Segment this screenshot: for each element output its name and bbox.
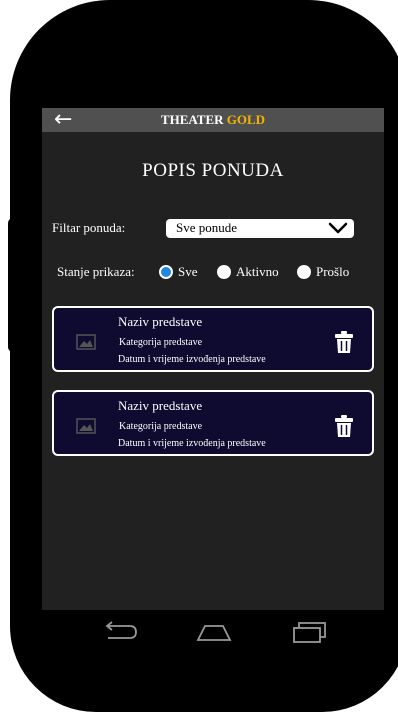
page-title: POPIS PONUDA xyxy=(142,160,284,181)
chevron-down-icon xyxy=(328,222,348,234)
radio-aktivno[interactable]: Aktivno xyxy=(217,264,279,280)
offer-card[interactable]: Naziv predstave Kategorija predstave Dat… xyxy=(52,306,374,372)
trash-icon[interactable] xyxy=(334,414,354,438)
radio-label-aktivno: Aktivno xyxy=(236,264,279,279)
radio-sve[interactable]: Sve xyxy=(159,264,198,280)
trash-icon[interactable] xyxy=(334,330,354,354)
offer-filter-value: Sve ponude xyxy=(176,220,238,235)
offer-filter-select[interactable]: Sve ponude xyxy=(166,219,354,238)
offer-datetime: Datum i vrijeme izvođenja predstave xyxy=(118,438,266,449)
image-placeholder-icon xyxy=(76,418,96,434)
radio-dot xyxy=(217,265,231,279)
recents-icon[interactable] xyxy=(290,620,330,644)
offer-card[interactable]: Naziv predstave Kategorija predstave Dat… xyxy=(52,390,374,456)
top-app-bar: ← THEATER GOLD xyxy=(42,108,384,132)
radio-label-sve: Sve xyxy=(178,264,198,279)
filter-label: Filtar ponuda: xyxy=(52,220,126,235)
offer-datetime: Datum i vrijeme izvođenja predstave xyxy=(118,354,266,365)
offer-category: Kategorija predstave xyxy=(119,337,203,348)
offer-name: Naziv predstave xyxy=(118,314,203,329)
radio-dot xyxy=(297,265,311,279)
radio-dot-selected xyxy=(159,265,173,279)
radio-proslo[interactable]: Prošlo xyxy=(297,264,349,280)
back-icon[interactable] xyxy=(100,620,140,644)
radio-label-proslo: Prošlo xyxy=(316,264,350,279)
brand-theater: THEATER xyxy=(160,112,224,127)
offer-name: Naziv predstave xyxy=(118,398,203,413)
image-placeholder-icon xyxy=(76,334,96,350)
phone-side-button xyxy=(8,218,20,352)
display-state-label: Stanje prikaza: xyxy=(57,264,135,279)
brand-gold: GOLD xyxy=(226,112,266,127)
app-brand: THEATER GOLD xyxy=(42,108,384,132)
home-icon[interactable] xyxy=(194,620,234,644)
offer-category: Kategorija predstave xyxy=(119,421,203,432)
app-screen: ← THEATER GOLD POPIS PONUDA Filtar ponud… xyxy=(42,108,384,610)
